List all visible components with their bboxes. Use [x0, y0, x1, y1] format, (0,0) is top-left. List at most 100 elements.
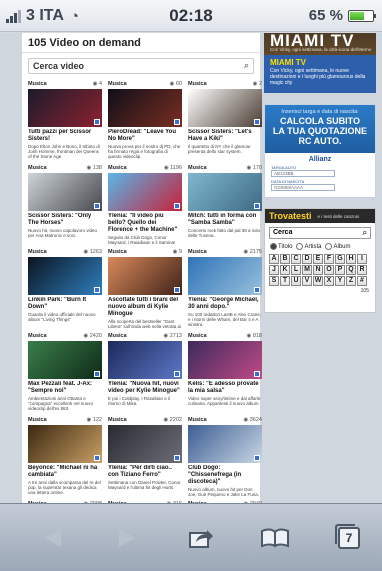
- video-card[interactable]: Musica ◉ 1263 Linkin Park: "Burn It Down" G…: [28, 249, 102, 329]
- video-card[interactable]: Musica ◉ 4 Tutti pazzi per Scissor Sisters…: [28, 81, 102, 161]
- video-thumbnail[interactable]: [108, 425, 182, 463]
- letter-key[interactable]: R: [357, 265, 367, 276]
- video-thumbnail[interactable]: [28, 173, 102, 211]
- miami-tv-ad[interactable]: MIAMI TV Con Vicky, ogni settimana, la c…: [264, 33, 376, 93]
- share-button[interactable]: [186, 524, 216, 552]
- option-title-radio[interactable]: Titolo: [270, 243, 292, 250]
- video-thumbnail[interactable]: [188, 341, 262, 379]
- letter-key[interactable]: S: [269, 276, 279, 287]
- video-title[interactable]: Ylenia: "Nuova hit, nuovi video per Kyli…: [108, 381, 182, 395]
- view-number: 9: [178, 249, 182, 255]
- video-card[interactable]: Musica ◉ 2175 Ylenia: "George Michael, 30 …: [188, 249, 262, 329]
- video-card[interactable]: Musica ◉ 1196 Ylenia: "Il video più bello?…: [108, 165, 182, 245]
- view-count: ◉ 2175: [243, 249, 262, 256]
- video-title[interactable]: Ylenia: "George Michael, 30 anni dopo.": [188, 297, 262, 311]
- letter-key[interactable]: Z: [346, 276, 356, 287]
- letter-key[interactable]: V: [302, 276, 312, 287]
- card-header: Musica ◉ 2202: [108, 417, 182, 424]
- video-card[interactable]: Musica ◉ 2713 Ylenia: "Nuova hit, nuovi vi…: [108, 333, 182, 413]
- letter-key[interactable]: B: [280, 254, 290, 265]
- letter-key[interactable]: G: [335, 254, 345, 265]
- video-thumbnail[interactable]: [188, 257, 262, 295]
- view-count: ◉ 9: [173, 249, 182, 256]
- letter-key[interactable]: I: [357, 254, 367, 265]
- option-album-radio[interactable]: Album: [325, 243, 350, 250]
- video-title[interactable]: Mitch: tutti in forma con "Samba Samba": [188, 213, 262, 227]
- view-count: ◉ 1196: [164, 165, 182, 172]
- video-card[interactable]: Musica ◉ 2202 Ylenia: "Per dirti ciao.. co…: [108, 417, 182, 497]
- letter-key[interactable]: J: [269, 265, 279, 276]
- letter-key[interactable]: K: [280, 265, 290, 276]
- video-card[interactable]: Musica ◉ 9 Ascoltate tutti i brani del nuo…: [108, 249, 182, 329]
- video-title[interactable]: Linkin Park: "Burn It Down": [28, 297, 102, 311]
- video-card[interactable]: Musica ◉ 122 Beyoncé: "Michael ni ha cambi…: [28, 417, 102, 497]
- play-icon: [254, 455, 260, 461]
- tabs-button[interactable]: 7: [334, 524, 364, 552]
- letter-key[interactable]: F: [324, 254, 334, 265]
- video-grid: Musica ◉ 4 Tutti pazzi per Scissor Sisters…: [22, 79, 262, 503]
- letter-key[interactable]: O: [324, 265, 334, 276]
- video-thumbnail[interactable]: [108, 89, 182, 127]
- video-thumbnail[interactable]: [108, 257, 182, 295]
- search-video-input[interactable]: Cerca video ⌕: [28, 58, 254, 74]
- letter-key[interactable]: D: [302, 254, 312, 265]
- video-card[interactable]: Musica ◉ 818 Kelis: "È adesso provate la m…: [188, 333, 262, 413]
- video-thumbnail[interactable]: [108, 341, 182, 379]
- view-number: 170: [252, 165, 262, 171]
- video-title[interactable]: Kelis: "È adesso provate la mia salsa": [188, 381, 262, 395]
- letter-key[interactable]: E: [313, 254, 323, 265]
- video-thumbnail[interactable]: [28, 89, 102, 127]
- video-title[interactable]: Ylenia: "Il video più bello? Quello dei …: [108, 213, 182, 234]
- birthdate-field[interactable]: GG/MM/AAAA: [271, 184, 335, 191]
- video-thumbnail[interactable]: [28, 341, 102, 379]
- search-icon: ⌕: [362, 228, 367, 237]
- video-card[interactable]: Musica ◉ 2 Scissor Sisters: "Let's Have a …: [188, 81, 262, 161]
- video-card[interactable]: Musica ◉ 138 Scissor Sisters: "Only The Ho…: [28, 165, 102, 245]
- play-icon: [94, 371, 100, 377]
- letter-key[interactable]: Y: [335, 276, 345, 287]
- back-button[interactable]: [38, 524, 68, 552]
- video-title[interactable]: Scissor Sisters: "Let's Have a Kiki": [188, 129, 262, 143]
- video-thumbnail[interactable]: [188, 89, 262, 127]
- letter-key[interactable]: P: [335, 265, 345, 276]
- letter-key[interactable]: N: [313, 265, 323, 276]
- video-card[interactable]: Musica ◉ 60 PieroDread: "Leave You No More…: [108, 81, 182, 161]
- video-thumbnail[interactable]: [28, 425, 102, 463]
- video-title[interactable]: PieroDread: "Leave You No More": [108, 129, 182, 143]
- letter-key[interactable]: M: [302, 265, 312, 276]
- letter-key[interactable]: #: [357, 276, 367, 287]
- video-thumbnail[interactable]: [28, 257, 102, 295]
- video-thumbnail[interactable]: [188, 425, 262, 463]
- letter-key[interactable]: L: [291, 265, 301, 276]
- letter-key[interactable]: Q: [346, 265, 356, 276]
- video-card[interactable]: Musica ◉ 2420 Max Pezzali feat. J-Ax: "Sem…: [28, 333, 102, 413]
- video-card[interactable]: Musica ◉ 170 Mitch: tutti in forma con "Sa…: [188, 165, 262, 245]
- letter-key[interactable]: W: [313, 276, 323, 287]
- video-card[interactable]: Musica ◉ 3624 Club Dogo: "Chissenefrega (i…: [188, 417, 262, 497]
- web-page[interactable]: 105 Video on demand Cerca video ⌕ Musica…: [0, 33, 382, 503]
- video-title[interactable]: Max Pezzali feat. J-Ax: "Sempre noi": [28, 381, 102, 395]
- miami-sub: Con Vicky, ogni settimana, la città-icon…: [270, 47, 372, 52]
- video-title[interactable]: Scissor Sisters: "Only The Horses": [28, 213, 102, 227]
- allianz-ad[interactable]: Inserisci targa e data di nascita: CALCO…: [264, 104, 376, 198]
- video-thumbnail[interactable]: [108, 173, 182, 211]
- option-artist-radio[interactable]: Artista: [296, 243, 321, 250]
- letter-key[interactable]: C: [291, 254, 301, 265]
- lyrics-search-input[interactable]: Cerca ⌕: [269, 227, 371, 239]
- video-title[interactable]: Beyoncé: "Michael ni ha cambiata": [28, 465, 102, 479]
- video-title[interactable]: Ylenia: "Per dirti ciao.. con Tiziano Fe…: [108, 465, 182, 479]
- letter-key[interactable]: A: [269, 254, 279, 265]
- video-title[interactable]: Tutti pazzi per Scissor Sisters!: [28, 129, 102, 143]
- video-description: Concerto rock fatto dal pal 38 a solo de…: [188, 228, 261, 238]
- plate-field[interactable]: AB123BB: [271, 170, 335, 177]
- letter-key[interactable]: U: [291, 276, 301, 287]
- video-title[interactable]: Ascoltate tutti i brani del nuovo album …: [108, 297, 182, 318]
- play-icon: [254, 203, 260, 209]
- video-title[interactable]: Club Dogo: "Chissenefrega (in discoteca)…: [188, 465, 262, 486]
- video-thumbnail[interactable]: [188, 173, 262, 211]
- letter-key[interactable]: H: [346, 254, 356, 265]
- letter-key[interactable]: T: [280, 276, 290, 287]
- forward-button[interactable]: [112, 524, 142, 552]
- letter-key[interactable]: X: [324, 276, 334, 287]
- bookmarks-button[interactable]: [258, 524, 292, 552]
